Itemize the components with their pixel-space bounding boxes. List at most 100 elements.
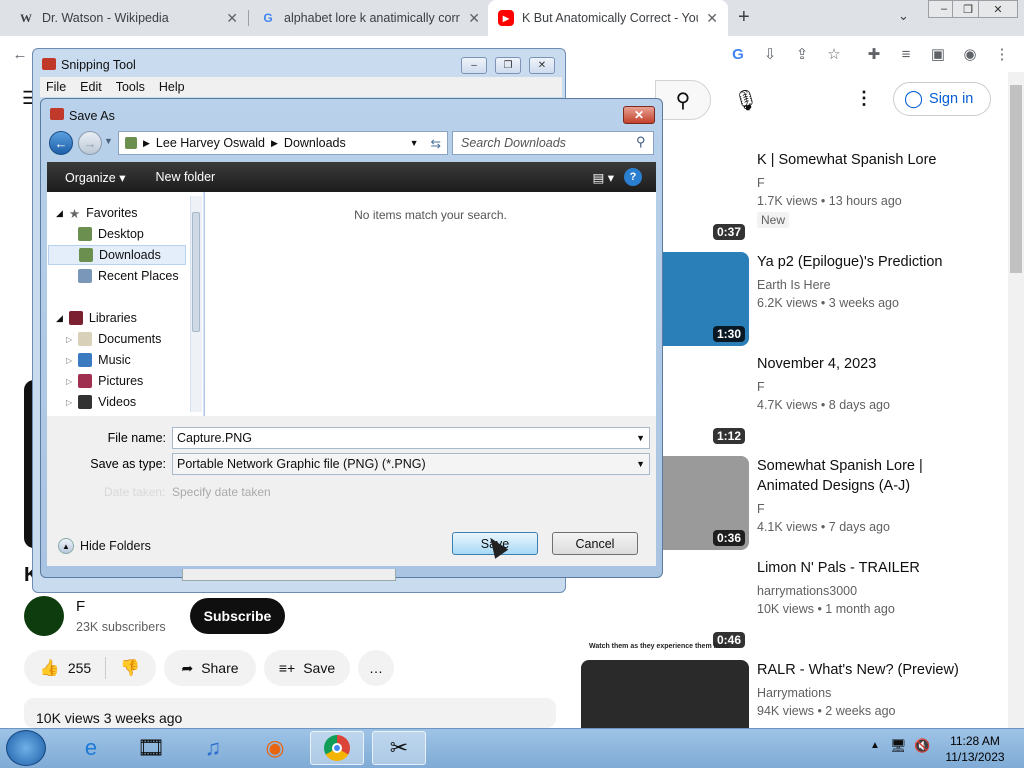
- side-panel-icon[interactable]: ▣: [928, 44, 948, 64]
- start-button[interactable]: [6, 730, 46, 766]
- hide-folders-button[interactable]: ▲ Hide Folders: [58, 538, 151, 554]
- more-actions-button[interactable]: …: [358, 650, 394, 686]
- forward-arrow-icon[interactable]: →: [78, 131, 102, 155]
- install-icon[interactable]: ⇩: [760, 44, 780, 64]
- thumbs-up-icon[interactable]: 👍: [40, 658, 60, 678]
- nav-item-recent-places[interactable]: Recent Places: [78, 266, 179, 286]
- show-hidden-icons[interactable]: ▲: [870, 740, 880, 751]
- video-channel[interactable]: Earth Is Here: [757, 278, 831, 292]
- bookmark-star-icon[interactable]: ☆: [824, 44, 844, 64]
- chrome-menu-icon[interactable]: ⋮: [992, 44, 1012, 64]
- save-as-type-select[interactable]: Portable Network Graphic file (PNG) (*.P…: [172, 453, 650, 475]
- menu-help[interactable]: Help: [159, 80, 185, 94]
- google-lens-icon[interactable]: G: [728, 44, 748, 64]
- close-window-button[interactable]: ✕: [978, 0, 1018, 18]
- divider: [105, 657, 107, 679]
- maximize-button[interactable]: ❐: [495, 57, 521, 74]
- menu-tools[interactable]: Tools: [116, 80, 145, 94]
- tab-google-search[interactable]: G alphabet lore k anatimically corre ✕: [250, 0, 490, 36]
- microphone-icon[interactable]: 🎙: [728, 82, 764, 118]
- like-count[interactable]: 255: [68, 660, 91, 676]
- chrome-icon[interactable]: [310, 731, 364, 765]
- extensions-icon[interactable]: ✚: [864, 44, 884, 64]
- nav-item-videos[interactable]: ▷ Videos: [66, 392, 136, 412]
- video-channel[interactable]: F: [757, 502, 765, 516]
- profile-avatar-icon[interactable]: ◉: [960, 44, 980, 64]
- subscribe-button[interactable]: Subscribe: [190, 598, 285, 634]
- network-icon[interactable]: 🖥: [890, 738, 907, 754]
- film-icon[interactable]: 🎞: [124, 731, 178, 765]
- media-controls-icon[interactable]: ≡: [896, 44, 916, 64]
- share-label: Share: [201, 660, 239, 676]
- internet-explorer-icon[interactable]: e: [64, 731, 118, 765]
- new-folder-button[interactable]: New folder: [155, 170, 215, 184]
- close-tab-icon[interactable]: ✕: [706, 10, 718, 27]
- video-title-link[interactable]: Ya p2 (Epilogue)'s Prediction: [757, 252, 987, 272]
- date-taken-value[interactable]: Specify date taken: [172, 485, 271, 499]
- scrollbar-thumb[interactable]: [1010, 85, 1022, 273]
- system-clock[interactable]: 11:28 AM 11/13/2023: [935, 733, 1015, 765]
- hide-folders-label: Hide Folders: [80, 539, 151, 553]
- settings-menu-icon[interactable]: ⋮: [852, 86, 876, 110]
- itunes-icon[interactable]: ♫: [186, 731, 240, 765]
- snipping-tool-taskbar-icon[interactable]: ✂: [372, 731, 426, 765]
- cancel-button[interactable]: Cancel: [552, 532, 638, 555]
- video-channel[interactable]: F: [757, 380, 765, 394]
- description-box[interactable]: 10K views 3 weeks ago: [24, 698, 556, 728]
- minimize-button[interactable]: –: [461, 57, 487, 74]
- help-icon[interactable]: ?: [624, 168, 642, 186]
- nav-item-music[interactable]: ▷ Music: [66, 350, 131, 370]
- thumbs-down-icon[interactable]: 👎: [120, 658, 140, 678]
- new-tab-button[interactable]: +: [738, 6, 750, 29]
- nav-item-desktop[interactable]: Desktop: [78, 224, 144, 244]
- dropdown-arrow-icon[interactable]: ▼: [636, 433, 645, 443]
- close-tab-icon[interactable]: ✕: [226, 10, 238, 27]
- channel-name[interactable]: F: [76, 598, 85, 615]
- back-icon[interactable]: ←: [10, 44, 30, 64]
- video-title-link[interactable]: Limon N' Pals - TRAILER: [757, 558, 987, 578]
- channel-avatar[interactable]: [24, 596, 64, 636]
- navpane-scroll-thumb[interactable]: [192, 212, 200, 332]
- organize-button[interactable]: Organize ▾: [65, 170, 125, 185]
- nav-item-documents[interactable]: ▷ Documents: [66, 329, 161, 349]
- libraries-header[interactable]: ◢ Libraries: [56, 308, 137, 328]
- sign-in-button[interactable]: ◯ Sign in: [893, 82, 991, 116]
- video-title-link[interactable]: November 4, 2023: [757, 354, 987, 374]
- tab-youtube[interactable]: ▶ K But Anatomically Correct - You ✕: [488, 0, 728, 36]
- video-channel[interactable]: F: [757, 176, 765, 190]
- close-tab-icon[interactable]: ✕: [468, 10, 480, 27]
- video-channel[interactable]: harrymations3000: [757, 584, 857, 598]
- nav-item-pictures[interactable]: ▷ Pictures: [66, 371, 143, 391]
- search-downloads-input[interactable]: Search Downloads: [452, 131, 654, 155]
- favorites-header[interactable]: ◢ ★ Favorites: [56, 203, 138, 223]
- breadcrumb-user[interactable]: Lee Harvey Oswald: [156, 136, 265, 150]
- nav-item-downloads[interactable]: Downloads: [48, 245, 186, 265]
- save-to-playlist-button[interactable]: ≡+ Save: [264, 650, 350, 686]
- back-arrow-icon[interactable]: ←: [49, 131, 73, 155]
- video-channel[interactable]: Harrymations: [757, 686, 831, 700]
- search-icon[interactable]: ⚲: [636, 134, 646, 150]
- firefox-icon[interactable]: ◉: [248, 731, 302, 765]
- file-list-view[interactable]: [205, 192, 656, 416]
- recent-locations-chevron-icon[interactable]: ▼: [104, 136, 113, 146]
- change-view-icon[interactable]: ▤ ▾: [592, 170, 614, 185]
- menu-file[interactable]: File: [46, 80, 66, 94]
- refresh-icon[interactable]: ⇆: [425, 136, 447, 151]
- share-button[interactable]: ➦ Share: [164, 650, 256, 686]
- file-name-input[interactable]: Capture.PNG ▼: [172, 427, 650, 449]
- tab-search-chevron-icon[interactable]: ⌄: [898, 8, 909, 24]
- video-title-link[interactable]: Somewhat Spanish Lore | Animated Designs…: [757, 456, 987, 496]
- menu-edit[interactable]: Edit: [80, 80, 102, 94]
- close-button[interactable]: ✕: [529, 57, 555, 74]
- dialog-close-button[interactable]: ✕: [623, 106, 655, 124]
- video-title-link[interactable]: K | Somewhat Spanish Lore: [757, 150, 987, 170]
- tab-wikipedia[interactable]: W Dr. Watson - Wikipedia ✕: [8, 0, 248, 36]
- address-dropdown-icon[interactable]: ▼: [410, 138, 419, 148]
- address-bar[interactable]: ▶ Lee Harvey Oswald ▶ Downloads ▼ ⇆: [118, 131, 448, 155]
- breadcrumb-downloads[interactable]: Downloads: [284, 136, 346, 150]
- dropdown-arrow-icon[interactable]: ▼: [636, 459, 645, 469]
- share-page-icon[interactable]: ⇪: [792, 44, 812, 64]
- volume-muted-icon[interactable]: 🔇: [914, 738, 930, 754]
- search-icon[interactable]: ⚲: [655, 80, 711, 120]
- video-title-link[interactable]: RALR - What's New? (Preview): [757, 660, 987, 680]
